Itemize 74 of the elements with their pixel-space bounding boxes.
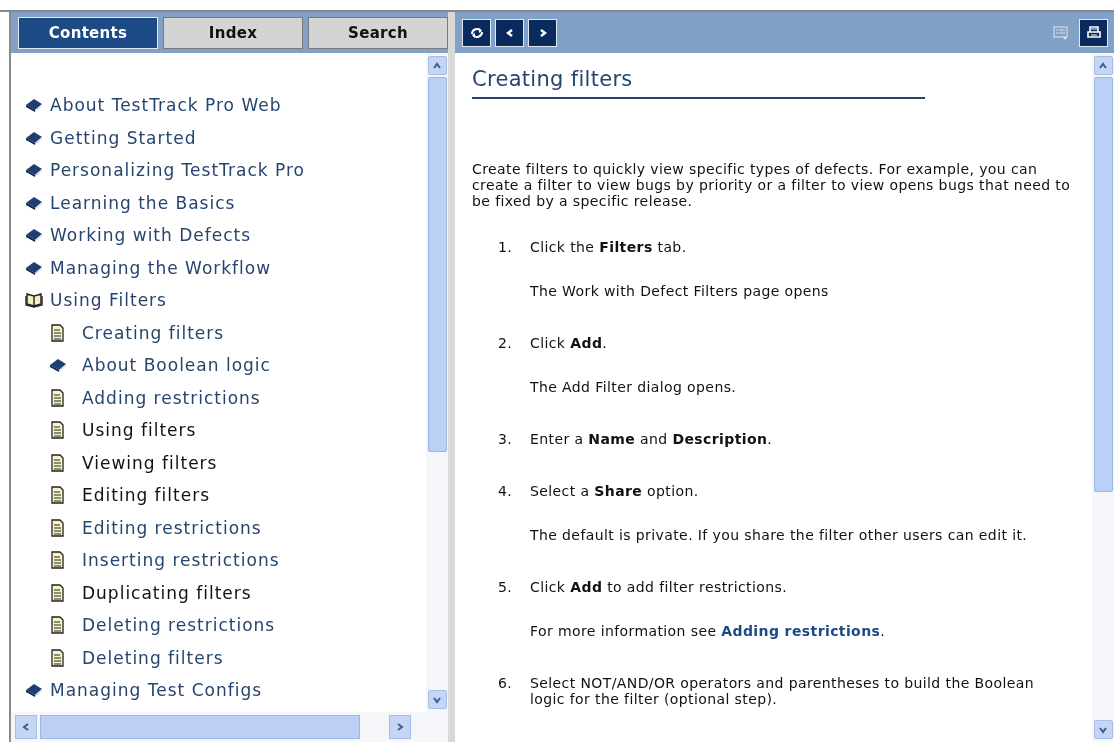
horizontal-scrollbar[interactable] [9, 712, 448, 742]
scroll-down-button[interactable] [1093, 720, 1113, 739]
document-icon [49, 323, 67, 342]
tree-item[interactable]: Working with Defects [50, 225, 252, 246]
document-icon [49, 583, 67, 602]
tree-item[interactable]: Managing the Workflow [50, 257, 272, 278]
scroll-thumb[interactable] [1093, 77, 1113, 492]
comment-list-icon [1052, 24, 1069, 41]
tree-item[interactable]: Creating filters [82, 322, 225, 343]
step-note: The Work with Defect Filters page opens [530, 283, 830, 299]
tree-item[interactable]: Personalizing TestTrack Pro [50, 160, 305, 181]
step-text: Enter a Name and Description. [530, 431, 774, 447]
book-icon [25, 226, 43, 245]
document-icon [49, 551, 67, 570]
refresh-button[interactable] [462, 18, 491, 47]
tree-item[interactable]: Viewing filters [82, 452, 218, 473]
step-number: 1. [497, 239, 514, 257]
tree-item[interactable]: Learning the Basics [50, 192, 236, 213]
document-icon [49, 388, 67, 407]
scrollbar[interactable] [1092, 53, 1114, 742]
scroll-left-button[interactable] [15, 715, 37, 739]
document-icon [49, 453, 67, 472]
tree-item[interactable]: Adding restrictions [82, 387, 261, 408]
book-icon [25, 681, 43, 700]
print-icon [1085, 24, 1102, 41]
scroll-thumb[interactable] [40, 715, 360, 739]
tab[interactable]: Contents [18, 16, 158, 49]
scroll-thumb[interactable] [427, 77, 447, 452]
step-text: Click the Filters tab. [530, 239, 688, 255]
step-note: The default is private. If you share the filter other users can edit it. [530, 527, 1029, 543]
step-text: Click Add. [530, 335, 609, 351]
step-number: 6. [497, 675, 514, 693]
step-note: The Add Filter dialog opens. [530, 379, 738, 395]
step-number: 5. [497, 579, 514, 597]
tree-item[interactable]: Getting Started [50, 127, 197, 148]
next-button[interactable] [528, 18, 557, 47]
tree-item[interactable]: Deleting restrictions [82, 615, 276, 636]
step-number: 3. [497, 431, 514, 447]
step-text: Select a Share option. [530, 483, 700, 499]
tab[interactable]: Search [308, 16, 448, 49]
topic-title: Creating filters [472, 67, 925, 99]
paragraph: Create filters to quickly view specific types of defects. For example, you can create a filter to view bugs by priority or a filter to view opens bugs that need to be fixed by a specific release. [472, 161, 1072, 209]
link[interactable]: Adding restrictions [721, 623, 881, 639]
book-icon [25, 96, 43, 115]
tree-item[interactable]: Deleting filters [82, 647, 224, 668]
tree-item[interactable]: Using filters [82, 420, 197, 441]
step-number: 2. [497, 335, 514, 353]
scrollbar[interactable] [426, 53, 448, 712]
tree-item[interactable]: Editing restrictions [82, 517, 262, 538]
step-text: Click Add to add filter restrictions. [530, 579, 789, 595]
scroll-up-button[interactable] [1093, 56, 1113, 75]
previous-button[interactable] [495, 18, 524, 47]
document-icon [49, 518, 67, 537]
tree-item[interactable]: Managing Test Configs [50, 680, 263, 701]
tree-item[interactable]: Using Filters [50, 290, 167, 311]
scroll-up-button[interactable] [427, 56, 447, 75]
tree-item[interactable]: About TestTrack Pro Web [50, 95, 282, 116]
book-icon [49, 356, 67, 375]
scroll-down-button[interactable] [427, 690, 447, 709]
step-note: For more information see Adding restrictions. [530, 623, 887, 639]
tree-item[interactable]: Editing filters [82, 485, 210, 506]
step-number: 4. [497, 483, 514, 501]
document-icon [49, 616, 67, 635]
document-icon [49, 486, 67, 505]
scroll-right-button[interactable] [389, 715, 411, 739]
document-icon [49, 648, 67, 667]
tree-item[interactable]: About Boolean logic [82, 355, 271, 376]
tab[interactable]: Index [163, 16, 303, 49]
tree-item[interactable]: Inserting restrictions [82, 550, 280, 571]
step-text: Select NOT/AND/OR operators and parentheses to build the Boolean logic for the filter (optional step). [530, 675, 1035, 707]
print-button[interactable] [1079, 18, 1108, 47]
tree-item[interactable]: Duplicating filters [82, 582, 252, 603]
book-icon [25, 161, 43, 180]
document-icon [49, 421, 67, 440]
